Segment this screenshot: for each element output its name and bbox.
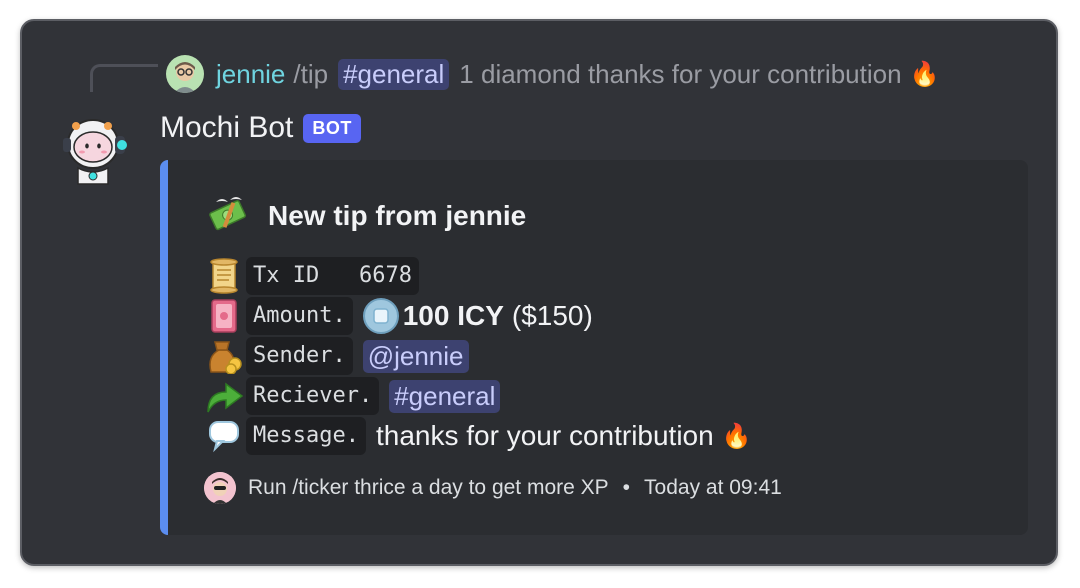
footer-separator: • <box>622 476 631 499</box>
footer-avatar <box>204 472 236 504</box>
receiver-label: Reciever. <box>246 377 380 415</box>
fire-icon: 🔥 <box>909 60 940 88</box>
scroll-icon <box>204 257 244 295</box>
amount-value: 100 ICY ($150) <box>362 298 593 334</box>
embed-title-text: New tip from jennie <box>268 200 527 231</box>
receiver-mention[interactable]: #general <box>389 379 501 413</box>
reply-connector <box>90 64 158 92</box>
footer-timestamp: Today at 09:41 <box>644 476 782 499</box>
footer-text: Run /ticker thrice a day to get more XP <box>248 476 609 499</box>
embed-fields: Tx ID 6678 Amount. 100 ICY ($150) Sender… <box>204 256 752 456</box>
reply-text: 1 diamond thanks for your contribution <box>459 58 902 89</box>
sender-label: Sender. <box>246 337 353 375</box>
arrow-right-icon <box>204 377 244 415</box>
reply-preview[interactable]: jennie /tip #general 1 diamond thanks fo… <box>166 54 939 94</box>
amount-label: Amount. <box>246 297 353 335</box>
user-avatar[interactable] <box>166 55 204 93</box>
reply-command: /tip <box>293 58 329 89</box>
money-with-wings-icon <box>208 194 248 239</box>
message-text: thanks for your contribution <box>375 420 714 451</box>
amount-bold: 100 ICY <box>402 300 504 331</box>
money-bag-icon <box>204 337 244 375</box>
tip-embed: New tip from jennie Tx ID 6678 Amount. 1… <box>160 160 1028 535</box>
icy-coin-icon <box>362 298 399 334</box>
bot-badge: BOT <box>303 113 361 143</box>
tx-id-label: Tx ID 6678 <box>246 257 419 295</box>
bot-avatar[interactable] <box>58 114 132 188</box>
message-header: Mochi Bot BOT <box>160 108 361 148</box>
field-amount: Amount. 100 ICY ($150) <box>204 296 752 336</box>
embed-title: New tip from jennie <box>208 196 526 236</box>
embed-footer: Run /ticker thrice a day to get more XP … <box>204 472 782 504</box>
field-sender: Sender. @jennie <box>204 336 752 376</box>
amount-usd: ($150) <box>511 300 593 331</box>
fire-icon: 🔥 <box>721 422 752 450</box>
field-message: Message. thanks for your contribution 🔥 <box>204 416 752 456</box>
bot-name[interactable]: Mochi Bot <box>160 111 293 145</box>
message-label: Message. <box>246 417 366 455</box>
speech-bubble-icon <box>204 417 244 455</box>
channel-mention[interactable]: #general <box>338 58 450 90</box>
message-value: thanks for your contribution 🔥 <box>376 420 752 452</box>
field-tx-id: Tx ID 6678 <box>204 256 752 296</box>
field-receiver: Reciever. #general <box>204 376 752 416</box>
reply-username[interactable]: jennie <box>216 59 285 90</box>
wallet-icon <box>204 297 244 335</box>
sender-mention[interactable]: @jennie <box>362 339 469 373</box>
